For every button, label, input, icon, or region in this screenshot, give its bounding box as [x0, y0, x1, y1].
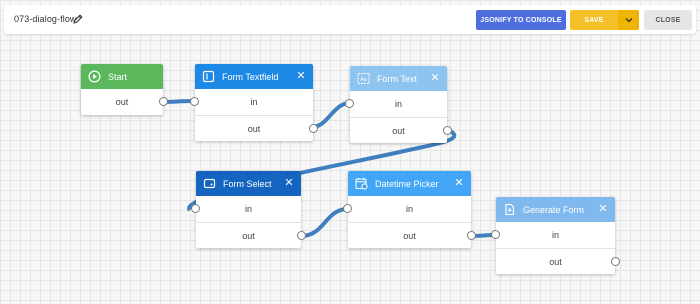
output-port-row: out: [496, 248, 620, 274]
svg-text:Aa: Aa: [360, 77, 366, 83]
textfield-icon: [202, 70, 215, 83]
node-title: Form Text: [377, 73, 417, 84]
node-form-text[interactable]: Aa Form Text ✕ in out: [345, 66, 452, 143]
output-port-row: out: [350, 117, 452, 143]
output-port-row: out: [81, 89, 168, 115]
close-icon[interactable]: ✕: [284, 178, 294, 189]
port-label: in: [394, 99, 402, 109]
text-block-icon: Aa: [357, 73, 370, 84]
port-label: out: [549, 256, 562, 267]
close-icon[interactable]: ✕: [598, 204, 608, 215]
node-form-textfield-header[interactable]: Form Textfield ✕: [195, 64, 313, 89]
close-icon[interactable]: ✕: [454, 178, 464, 189]
input-port-row: in: [343, 196, 471, 222]
input-port-row: in: [191, 196, 301, 222]
node-title: Form Select: [223, 178, 272, 189]
input-port[interactable]: [190, 97, 199, 106]
close-icon[interactable]: ✕: [296, 71, 306, 82]
input-port-row: in: [345, 91, 447, 117]
close-icon[interactable]: ✕: [430, 73, 440, 84]
node-datetime-picker[interactable]: Datetime Picker ✕ in out: [343, 171, 476, 248]
output-port[interactable]: [297, 231, 306, 240]
node-start[interactable]: Start out: [81, 64, 168, 115]
port-label: out: [392, 125, 405, 136]
node-form-select[interactable]: Form Select ✕ in out: [191, 171, 306, 248]
output-port-row: out: [348, 222, 476, 248]
save-button[interactable]: SAVE: [570, 10, 618, 30]
node-title: Form Textfield: [222, 71, 279, 82]
node-form-select-header[interactable]: Form Select ✕: [196, 171, 301, 196]
node-form-textfield[interactable]: Form Textfield ✕ in out: [190, 64, 318, 141]
save-options-button[interactable]: [618, 10, 639, 30]
node-datetime-picker-header[interactable]: Datetime Picker ✕: [348, 171, 471, 196]
play-circle-icon: [88, 70, 101, 83]
node-title: Generate Form: [523, 204, 585, 215]
node-title: Start: [108, 71, 128, 82]
toolbar: 073-dialog-flow JSONIFY TO CONSOLE SAVE …: [4, 5, 696, 34]
node-start-header[interactable]: Start: [81, 64, 163, 89]
output-port[interactable]: [159, 97, 168, 106]
input-port[interactable]: [343, 204, 352, 213]
output-port[interactable]: [443, 126, 452, 135]
jsonify-to-console-button[interactable]: JSONIFY TO CONSOLE: [476, 10, 566, 30]
input-port[interactable]: [345, 99, 354, 108]
input-port-row: in: [190, 89, 313, 115]
port-label: in: [551, 230, 559, 240]
select-box-icon: [203, 178, 216, 189]
port-label: in: [250, 97, 258, 107]
output-port-row: out: [196, 222, 306, 248]
close-button[interactable]: CLOSE: [644, 10, 692, 30]
port-label: out: [403, 230, 416, 241]
document-icon: [505, 203, 515, 216]
port-label: in: [405, 204, 413, 214]
node-generate-form[interactable]: Generate Form ✕ in out: [491, 197, 620, 274]
port-label: out: [115, 97, 129, 107]
pencil-icon[interactable]: [72, 13, 84, 25]
input-port[interactable]: [491, 230, 500, 239]
input-port[interactable]: [191, 204, 200, 213]
input-port-row: in: [491, 222, 615, 248]
flow-canvas[interactable]: 073-dialog-flow JSONIFY TO CONSOLE SAVE …: [0, 0, 700, 304]
output-port[interactable]: [611, 257, 620, 266]
port-label: out: [247, 123, 261, 134]
edge-formselect-to-datetime[interactable]: [300, 207, 349, 238]
port-label: in: [244, 204, 252, 214]
chevron-down-icon: [625, 18, 632, 23]
node-title: Datetime Picker: [375, 178, 439, 189]
node-form-text-header[interactable]: Aa Form Text ✕: [350, 66, 447, 91]
edge-textfield-to-formtext[interactable]: [311, 101, 351, 129]
output-port[interactable]: [467, 231, 476, 240]
calendar-clock-icon: [355, 178, 368, 190]
flow-name: 073-dialog-flow: [14, 14, 77, 24]
port-label: out: [242, 230, 255, 241]
node-generate-form-header[interactable]: Generate Form ✕: [496, 197, 615, 222]
output-port-row: out: [195, 115, 318, 141]
output-port[interactable]: [309, 124, 318, 133]
